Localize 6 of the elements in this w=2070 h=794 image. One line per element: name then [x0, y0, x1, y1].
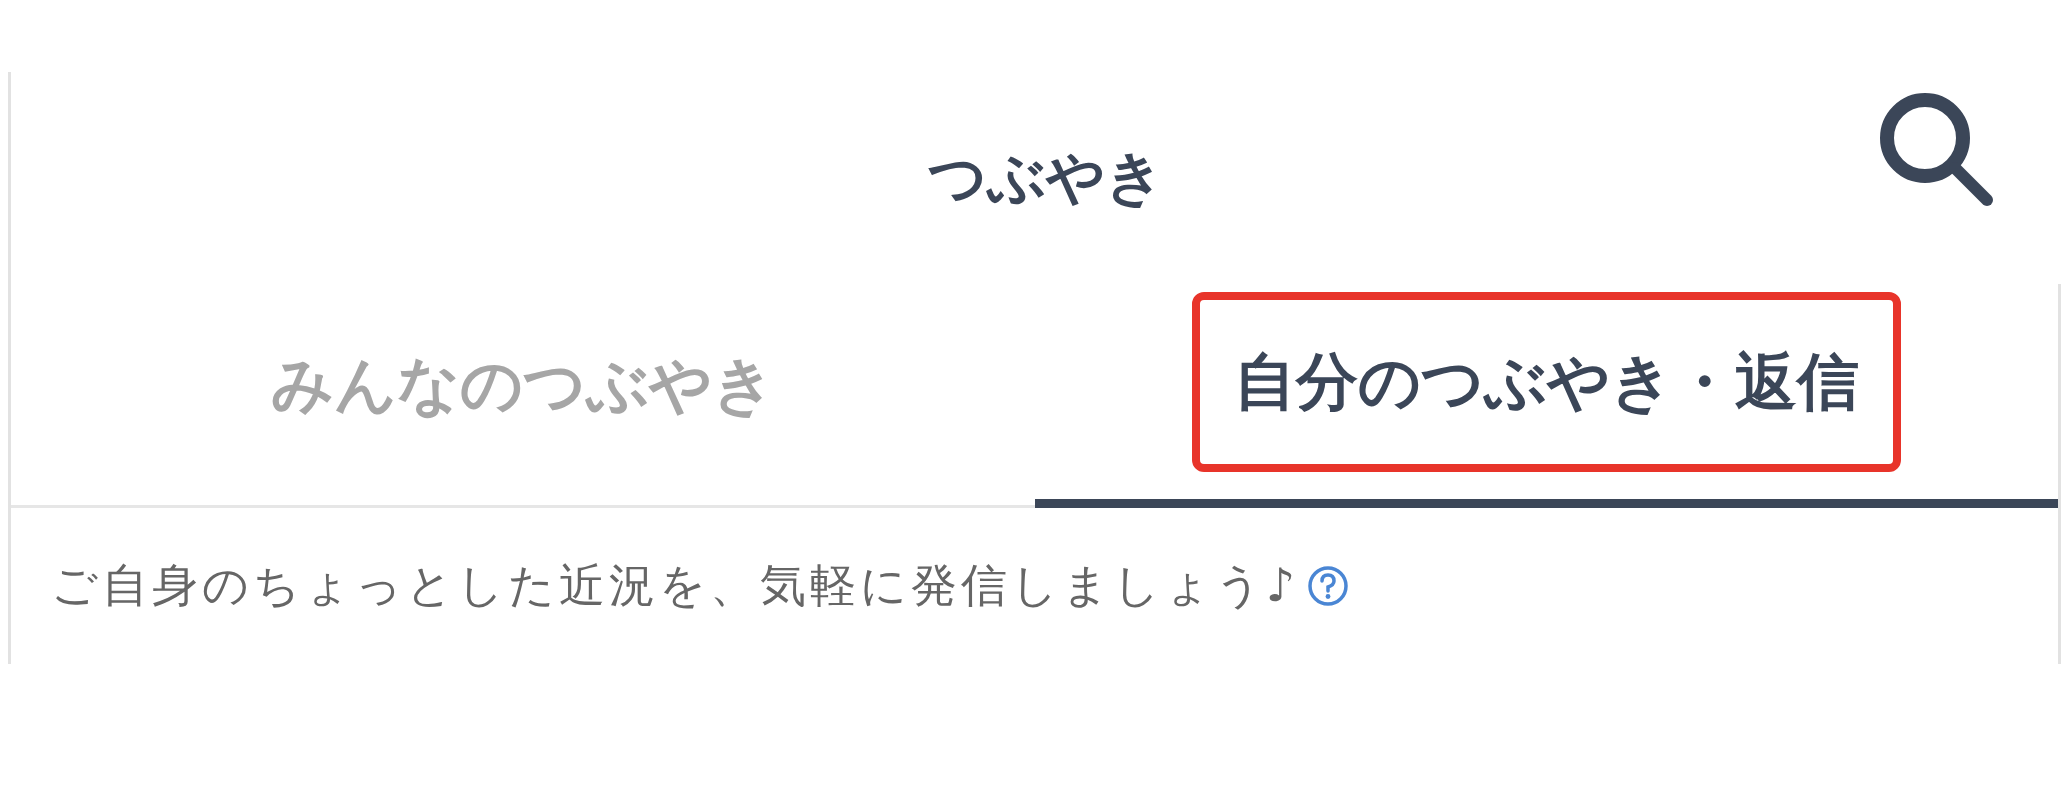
description-text: ご自身のちょっとした近況を、気軽に発信しましょう♪ [51, 557, 1300, 614]
tab[interactable]: 自分のつぶやき・返信 [1034, 284, 2058, 508]
highlighted-tab-label: 自分のつぶやき・返信 [1191, 291, 1901, 472]
help-icon[interactable] [1307, 565, 1350, 607]
tab-label: みんなのつぶやき [270, 346, 775, 423]
header-title: つぶやき [928, 142, 1164, 213]
